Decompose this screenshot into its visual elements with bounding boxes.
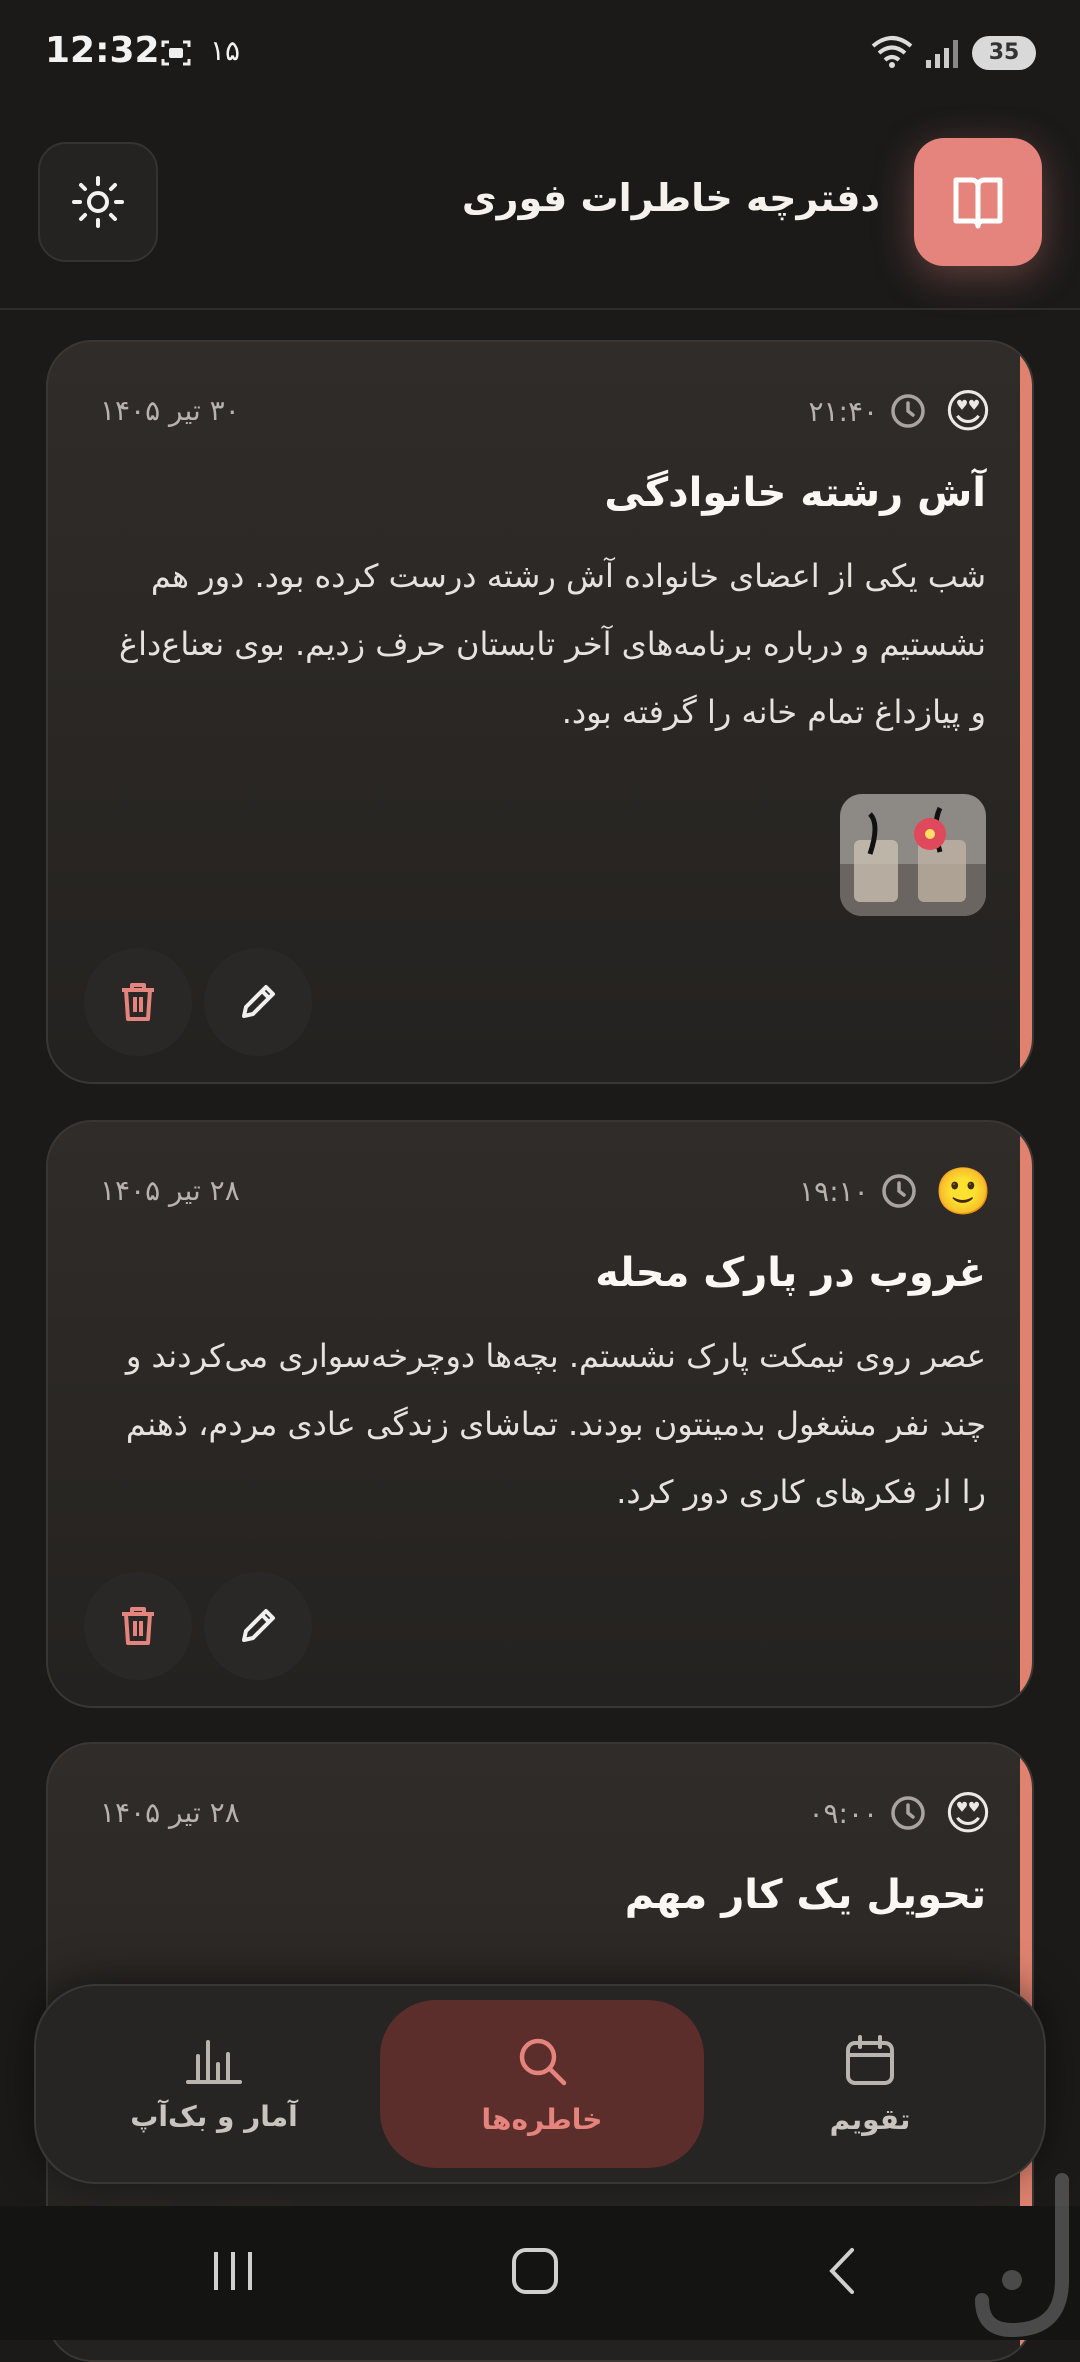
nav-item-memories[interactable]: خاطره‌ها [380,2000,704,2168]
entry-time: ۲۱:۴۰ [808,394,879,428]
entry-date: ۲۸ تیر ۱۴۰۵ [100,1796,240,1829]
mood-emoji: 😍 [944,384,992,438]
entry-photo-thumbnail[interactable] [840,794,986,916]
entry-time-row: 😍 ۲۱:۴۰ [808,386,992,436]
nav-item-calendar[interactable]: تقویم [750,2000,990,2168]
sun-icon [72,176,124,228]
entry-title: تحویل یک کار مهم [624,1872,986,1918]
calendar-icon [846,2034,894,2085]
status-bar: 12:32 ۱۵ 35 [0,0,1080,110]
app-logo [914,138,1042,266]
pencil-icon [242,985,275,1018]
pencil-icon [242,1609,275,1642]
battery-indicator: 35 [972,36,1036,70]
search-icon [519,2038,567,2085]
card-accent-stripe [1020,342,1032,1082]
system-navigation-bar [0,2206,1080,2340]
entry-card[interactable]: ۲۸ تیر ۱۴۰۵ 🙂 ۱۹:۱۰ غروب در پارک محله عص… [46,1120,1034,1708]
notification-count: ۱۵ [210,34,241,67]
entry-card[interactable]: ۳۰ تیر ۱۴۰۵ 😍 ۲۱:۴۰ آش رشته خانوادگی شب … [46,340,1034,1084]
edit-button[interactable] [204,948,312,1056]
watermark-logo [975,2173,1069,2338]
entry-title: غروب در پارک محله [595,1250,986,1296]
nav-label: آمار و بک‌آپ [130,2099,298,2133]
screenshot-icon [161,40,191,66]
trash-icon [122,983,154,1021]
wifi-icon [871,36,913,68]
entry-body: شب یکی از اعضای خانواده آش رشته درست کرد… [119,557,986,731]
status-time: 12:32 [45,30,160,71]
clock-icon [881,1174,916,1208]
nav-label: تقویم [829,2102,911,2136]
bar-chart-icon [186,2039,242,2084]
photo-image [840,794,986,916]
entry-time: ۱۹:۱۰ [799,1174,869,1208]
entry-time-row: 😍 ۰۹:۰۰ [808,1788,992,1838]
entry-time: ۰۹:۰۰ [808,1796,879,1830]
trash-icon [122,1607,154,1645]
signal-icon [926,40,958,68]
card-accent-stripe [1020,1122,1032,1706]
mood-emoji: 😍 [944,1786,992,1840]
app-title: دفترچه خاطرات فوری [461,176,880,220]
recent-apps-icon[interactable] [208,2246,258,2296]
clock-icon [891,1796,925,1830]
edit-button[interactable] [204,1572,312,1680]
entry-body: عصر روی نیمکت پارک نشستم. بچه‌ها دوچرخه‌… [125,1337,986,1511]
back-icon[interactable] [818,2246,868,2296]
delete-button[interactable] [84,948,192,1056]
mood-emoji: 🙂 [934,1164,992,1218]
theme-toggle-button[interactable] [38,142,158,262]
entry-date: ۳۰ تیر ۱۴۰۵ [100,394,240,427]
entry-date: ۲۸ تیر ۱۴۰۵ [100,1174,240,1207]
book-open-icon [953,177,1003,229]
home-icon[interactable] [510,2246,560,2296]
clock-icon [891,394,925,428]
entry-title: آش رشته خانوادگی [604,470,986,516]
entry-time-row: 🙂 ۱۹:۱۰ [799,1166,992,1216]
bottom-navigation: آمار و بک‌آپ خاطره‌ها تقویم [34,1984,1046,2184]
nav-label: خاطره‌ها [481,2102,603,2136]
nav-item-stats-backup[interactable]: آمار و بک‌آپ [94,2000,334,2168]
delete-button[interactable] [84,1572,192,1680]
app-header: دفترچه خاطرات فوری [0,110,1080,310]
